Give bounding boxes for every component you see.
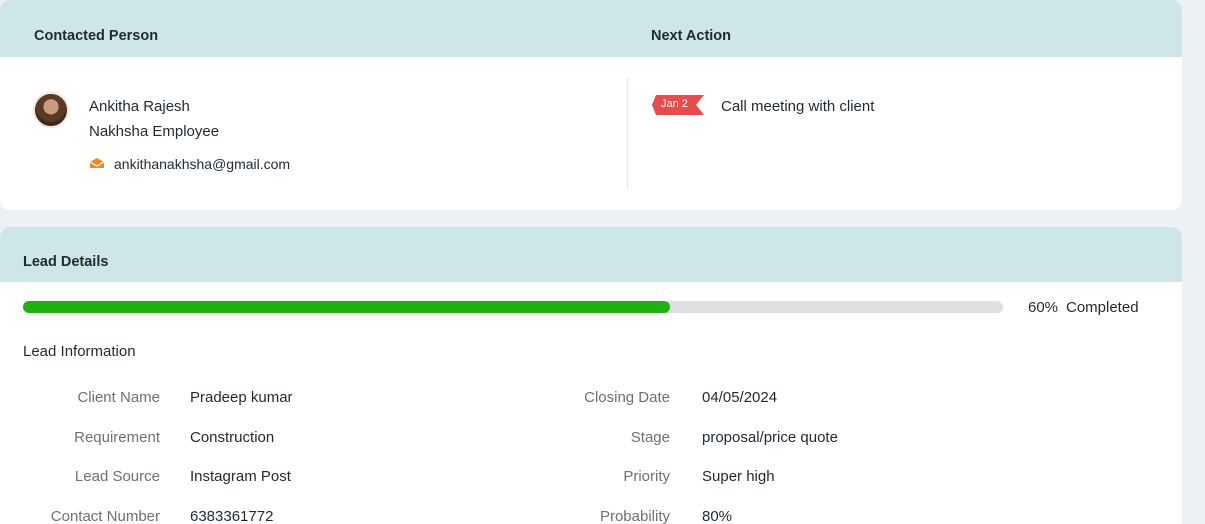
- envelope-icon: [89, 158, 105, 168]
- lead-source-label: Lead Source: [74, 468, 160, 485]
- contact-name: Ankitha Rajesh: [89, 98, 190, 115]
- lead-details-header: Lead Details: [0, 227, 1182, 282]
- column-divider: [627, 78, 628, 190]
- lead-details-heading: Lead Details: [23, 254, 109, 270]
- contact-role: Nakhsha Employee: [89, 123, 220, 140]
- client-name-label: Client Name: [77, 389, 160, 406]
- stage-label: Stage: [630, 429, 670, 446]
- requirement-value: Construction: [190, 429, 275, 446]
- priority-value: Super high: [702, 468, 775, 485]
- contacted-person-heading: Contacted Person: [34, 28, 159, 44]
- next-action-text: Call meeting with client: [721, 98, 875, 115]
- progress-label: Completed: [1066, 299, 1139, 316]
- contact-number-label: Contact Number: [50, 508, 160, 524]
- date-badge-text: Jan 2: [661, 98, 688, 110]
- priority-label: Priority: [623, 468, 670, 485]
- avatar[interactable]: [33, 92, 69, 128]
- lead-source-value: Instagram Post: [190, 468, 291, 485]
- progress-bar: [23, 301, 1003, 313]
- contact-number-value: 6383361772: [190, 508, 274, 524]
- next-action-heading: Next Action: [651, 28, 732, 44]
- stage-value: proposal/price quote: [702, 429, 838, 446]
- contact-email-link[interactable]: ankithanakhsha@gmail.com: [114, 156, 290, 172]
- date-badge: Jan 2: [652, 95, 704, 115]
- progress-bar-fill: [23, 301, 670, 313]
- requirement-label: Requirement: [74, 429, 160, 446]
- progress-percent: 60%: [1028, 299, 1059, 316]
- probability-label: Probability: [599, 508, 670, 524]
- probability-value: 80%: [702, 508, 733, 524]
- lead-information-title: Lead Information: [23, 343, 136, 360]
- contact-card-header: Contacted Person Next Action: [0, 0, 1182, 57]
- closing-date-value: 04/05/2024: [702, 389, 778, 406]
- closing-date-label: Closing Date: [584, 389, 670, 406]
- contact-card: Contacted Person Next Action Ankitha Raj…: [0, 0, 1182, 210]
- client-name-value: Pradeep kumar: [190, 389, 293, 406]
